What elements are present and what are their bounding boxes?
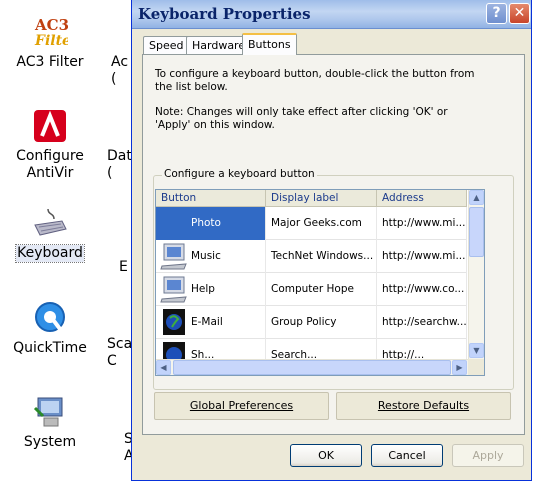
address-cell: http://www.co... xyxy=(377,273,467,306)
dialog-title: Keyboard Properties xyxy=(138,5,311,23)
chevron-down-icon: ▼ xyxy=(473,346,480,355)
restore-defaults-label: Restore Defaults xyxy=(377,399,470,412)
horizontal-scrollbar[interactable]: ◀ ▶ xyxy=(156,359,468,375)
address-cell: http://www.mi... xyxy=(377,207,467,240)
button-name-cell: Music xyxy=(156,240,266,273)
keyboard-properties-dialog: Keyboard Properties ? ✕ Speed Hardware B… xyxy=(131,0,532,481)
svg-text:AC3: AC3 xyxy=(34,16,68,34)
list-row[interactable]: Photo Major Geeks.com http://www.mi... xyxy=(156,207,467,240)
address-cell: http://www.mi... xyxy=(377,240,467,273)
chevron-left-icon: ◀ xyxy=(160,363,167,372)
tab-panel-buttons: To configure a keyboard button, double-c… xyxy=(142,54,525,435)
address-cell: http://searchw... xyxy=(377,306,467,339)
tab-speed[interactable]: Speed xyxy=(143,36,190,54)
help-button[interactable]: ? xyxy=(486,3,507,24)
display-label-cell: TechNet Windows... xyxy=(266,240,377,273)
quicktime-icon xyxy=(35,302,65,332)
cancel-button[interactable]: Cancel xyxy=(371,444,443,467)
scroll-right-button[interactable]: ▶ xyxy=(452,360,467,375)
note-text: Note: Changes will only take effect afte… xyxy=(155,106,448,131)
list-row[interactable]: E-Mail Group Policy http://searchw... xyxy=(156,306,467,339)
ok-button[interactable]: OK xyxy=(290,444,362,467)
keyboard-icon xyxy=(34,208,67,236)
ac3-filter-icon: AC3 Filter xyxy=(34,16,68,49)
list-row[interactable]: Music TechNet Windows... http://www.mi..… xyxy=(156,240,467,273)
chevron-right-icon: ▶ xyxy=(456,363,463,372)
cp-item-label: Configure AntiVir xyxy=(16,148,84,181)
cp-item-fragment: Dat ( xyxy=(107,148,132,181)
cp-item-label: System xyxy=(23,434,77,450)
button-name-cell: Photo xyxy=(156,207,266,240)
global-preferences-button[interactable]: Global Preferences xyxy=(154,392,329,420)
global-preferences-label: Global Preferences xyxy=(189,399,294,412)
cp-item-fragment: Ac ( xyxy=(111,54,129,87)
help-icon: ? xyxy=(492,5,501,21)
cp-item-fragment: E xyxy=(119,259,128,275)
display-label-cell: Group Policy xyxy=(266,306,377,339)
cp-item-label: AC3 Filter xyxy=(16,54,84,70)
button-name-cell: Help xyxy=(156,273,266,306)
tab-buttons[interactable]: Buttons xyxy=(242,33,297,55)
column-header-button[interactable]: Button xyxy=(156,190,266,207)
scroll-down-button[interactable]: ▼ xyxy=(469,343,484,358)
dialog-titlebar[interactable]: Keyboard Properties ? ✕ xyxy=(132,0,531,29)
display-label-cell: Major Geeks.com xyxy=(266,207,377,240)
cp-item-quicktime[interactable]: QuickTime xyxy=(2,300,98,357)
cp-item-label: Keyboard xyxy=(15,244,85,263)
antivir-umbrella-icon xyxy=(34,110,66,142)
svg-text:Filter: Filter xyxy=(34,33,68,49)
cp-item-fragment: Sca C xyxy=(107,336,133,369)
button-list[interactable]: Button Display label Address Photo Major… xyxy=(155,189,485,376)
cp-item-system[interactable]: System xyxy=(2,394,98,451)
vertical-scrollbar[interactable]: ▲ ▼ xyxy=(468,190,484,359)
apply-button[interactable]: Apply xyxy=(452,444,524,467)
button-name-cell: E-Mail xyxy=(156,306,266,339)
cp-item-ac3-filter[interactable]: AC3 Filter AC3 Filter xyxy=(2,14,98,71)
cp-item-configure-antivir[interactable]: Configure AntiVir xyxy=(2,108,98,182)
cp-item-label: QuickTime xyxy=(13,340,87,356)
restore-defaults-button[interactable]: Restore Defaults xyxy=(336,392,511,420)
column-header-display-label[interactable]: Display label xyxy=(266,190,377,207)
chevron-up-icon: ▲ xyxy=(473,193,480,202)
vertical-scroll-thumb[interactable] xyxy=(469,207,484,257)
list-row[interactable]: Help Computer Hope http://www.co... xyxy=(156,273,467,306)
scroll-corner xyxy=(468,359,484,375)
column-header-address[interactable]: Address xyxy=(377,190,467,207)
close-icon: ✕ xyxy=(513,5,526,21)
system-computer-icon xyxy=(33,397,63,427)
close-button[interactable]: ✕ xyxy=(509,3,530,24)
display-label-cell: Computer Hope xyxy=(266,273,377,306)
scroll-left-button[interactable]: ◀ xyxy=(156,360,171,375)
cp-item-keyboard[interactable]: Keyboard xyxy=(2,205,98,263)
group-title: Configure a keyboard button xyxy=(162,168,317,180)
instructions-text: To configure a keyboard button, double-c… xyxy=(155,68,475,93)
scroll-up-button[interactable]: ▲ xyxy=(469,190,484,205)
horizontal-scroll-thumb[interactable] xyxy=(173,360,451,375)
list-header: Button Display label Address xyxy=(156,190,467,207)
